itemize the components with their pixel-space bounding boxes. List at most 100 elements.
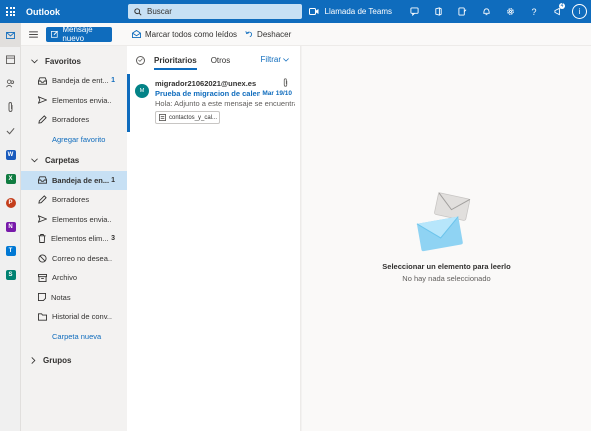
rail-onenote[interactable]: N (0, 215, 21, 239)
reading-pane: Seleccionar un elemento para leerlo No h… (302, 46, 591, 431)
folder-archive[interactable]: Archivo (21, 268, 127, 288)
favorite-drafts[interactable]: Borradores (21, 110, 127, 130)
new-folder-link[interactable]: Carpeta nueva (21, 327, 127, 346)
help-button[interactable]: ? (522, 0, 546, 23)
add-favorite-link[interactable]: Agregar favorito (21, 130, 127, 149)
hamburger-icon (28, 30, 38, 38)
favorite-sent[interactable]: Elementos envia... (21, 91, 127, 111)
mark-all-read-button[interactable]: Marcar todos como leídos (132, 30, 237, 39)
app-title[interactable]: Outlook (26, 7, 124, 17)
feedback-button[interactable] (450, 0, 474, 23)
favorites-title: Favoritos (45, 56, 82, 66)
favorite-sent-label: Elementos envia... (52, 95, 112, 105)
favorites-header[interactable]: Favoritos (21, 51, 127, 71)
inbox-icon (38, 176, 47, 184)
rail-todo[interactable] (0, 119, 21, 143)
folder-notes[interactable]: Notas (21, 288, 127, 308)
envelope-illustration-icon (416, 192, 471, 252)
people-icon (6, 78, 15, 87)
folder-inbox[interactable]: Bandeja de en... 1 (21, 170, 127, 190)
search-input[interactable]: Buscar (147, 7, 172, 16)
send-icon (38, 215, 47, 224)
folder-inbox-label: Bandeja de en... (52, 175, 110, 185)
select-all-checkbox[interactable] (136, 55, 145, 65)
folder-junk[interactable]: Correo no desea... (21, 249, 127, 269)
teams-icon: T (5, 246, 16, 256)
groups-header[interactable]: Grupos (21, 351, 127, 371)
search-box[interactable]: Buscar (128, 4, 302, 19)
message-list-tabs: Prioritarios Otros Filtrar (127, 46, 300, 74)
word-icon: W (5, 150, 16, 160)
reading-pane-subtitle: No hay nada seleccionado (402, 274, 491, 283)
folders-header[interactable]: Carpetas (21, 151, 127, 171)
undo-label: Deshacer (257, 29, 292, 39)
nav-toggle-button[interactable] (21, 30, 45, 38)
paperclip-icon (8, 102, 13, 112)
teams-call-label: Llamada de Teams (324, 7, 392, 16)
app-rail: W X P N T S (0, 23, 21, 431)
attachment-chip[interactable]: contactos_y_cal... (155, 111, 220, 124)
folder-inbox-count: 1 (111, 176, 115, 184)
folder-notes-label: Notas (51, 292, 71, 302)
feedback-icon (457, 7, 466, 16)
folder-drafts-label: Borradores (52, 195, 90, 205)
folders-title: Carpetas (45, 156, 80, 165)
undo-icon (245, 31, 253, 38)
sway-icon: S (5, 270, 16, 280)
rail-word[interactable]: W (0, 143, 21, 167)
mark-all-read-label: Marcar todos como leídos (145, 29, 238, 39)
excel-icon: X (5, 174, 16, 184)
search-icon (134, 7, 142, 16)
groups-title: Grupos (43, 356, 72, 365)
teams-call-button[interactable]: Llamada de Teams (308, 7, 392, 16)
checkmark-icon (6, 127, 15, 135)
rail-files[interactable] (0, 95, 21, 119)
rail-mail[interactable] (0, 23, 21, 47)
folder-deleted-label: Elementos elim... (51, 234, 109, 244)
message-preview: Hola: Adjunto a este mensaje se encuentr… (155, 99, 295, 108)
rail-excel[interactable]: X (0, 167, 21, 191)
whats-new-button[interactable]: 4 (546, 0, 570, 23)
office-button[interactable] (426, 0, 450, 23)
chat-button[interactable] (402, 0, 426, 23)
message-item[interactable]: M migrador21062021@unex.es Prueba de mig… (127, 74, 300, 132)
command-bar: Mensaje nuevo Marcar todos como leídos D… (21, 23, 591, 46)
message-subject: Prueba de migracion de calend... (155, 89, 260, 98)
filter-button[interactable]: Filtrar (261, 55, 289, 64)
favorite-drafts-label: Borradores (52, 115, 90, 125)
notifications-button[interactable] (474, 0, 498, 23)
rail-teams[interactable]: T (0, 239, 21, 263)
reading-pane-title: Seleccionar un elemento para leerlo (382, 262, 511, 271)
bell-icon (482, 8, 490, 16)
favorite-inbox-label: Bandeja de ent... (52, 76, 109, 86)
rail-calendar[interactable] (0, 47, 21, 71)
rail-sway[interactable]: S (0, 263, 21, 287)
calendar-icon (6, 54, 15, 64)
favorite-inbox[interactable]: Bandeja de ent... 1 (21, 71, 127, 91)
folder-sent[interactable]: Elementos envia... (21, 210, 127, 230)
settings-button[interactable] (498, 0, 522, 23)
folder-drafts[interactable]: Borradores (21, 190, 127, 210)
chevron-down-icon (31, 58, 38, 63)
rail-people[interactable] (0, 71, 21, 95)
undo-button[interactable]: Deshacer (245, 30, 291, 39)
attachment-name: contactos_y_cal... (169, 114, 218, 121)
new-mail-button[interactable]: Mensaje nuevo (46, 25, 112, 43)
help-icon: ? (531, 6, 537, 17)
folder-deleted[interactable]: Elementos elim... 3 (21, 229, 127, 249)
rail-powerpoint[interactable]: P (0, 191, 21, 215)
folder-junk-label: Correo no desea... (52, 253, 112, 263)
chevron-down-icon (31, 158, 38, 163)
office-icon (434, 7, 442, 16)
folder-conversation-history[interactable]: Historial de conv... (21, 307, 127, 327)
app-launcher-button[interactable] (0, 0, 21, 23)
tab-focused[interactable]: Prioritarios (154, 46, 197, 74)
folder-pane: Favoritos Bandeja de ent... 1 Elementos … (21, 46, 127, 431)
favorite-inbox-count: 1 (111, 77, 115, 85)
gear-icon (506, 8, 514, 15)
tab-other[interactable]: Otros (211, 46, 231, 74)
message-list: Prioritarios Otros Filtrar M migrador210… (127, 46, 301, 431)
note-icon (38, 293, 46, 302)
user-avatar[interactable]: i (572, 4, 587, 19)
send-icon (38, 96, 47, 105)
